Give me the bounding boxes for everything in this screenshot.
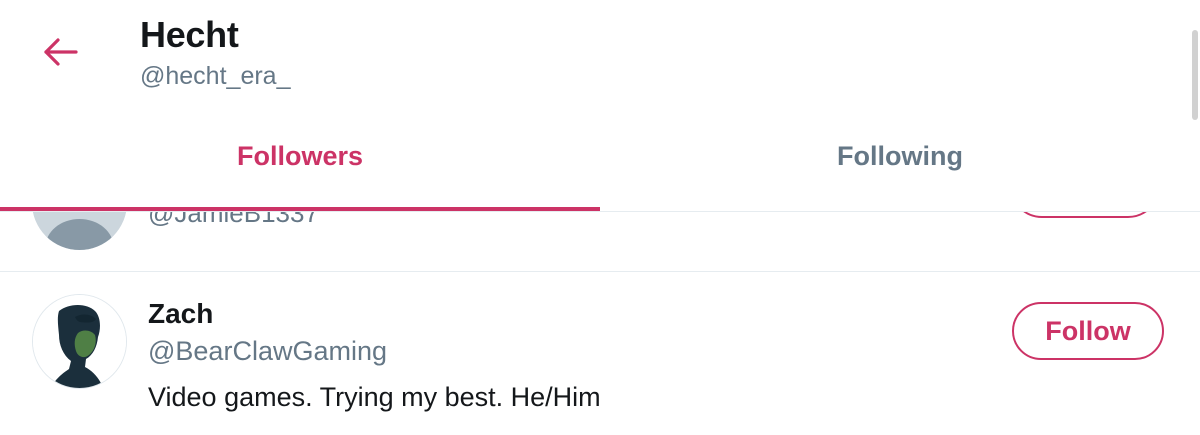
tab-following[interactable]: Following: [600, 120, 1200, 211]
page-handle: @hecht_era_: [140, 62, 291, 90]
page-title: Hecht: [140, 14, 239, 55]
user-handle[interactable]: @BearClawGaming: [148, 336, 387, 367]
back-button[interactable]: [38, 32, 84, 72]
scrollbar-thumb[interactable]: [1192, 30, 1198, 120]
follow-button[interactable]: Follow: [1012, 302, 1164, 360]
profile-header: Hecht @hecht_era_: [0, 0, 1200, 120]
tab-followers[interactable]: Followers: [0, 120, 600, 211]
tab-bar: Followers Following: [0, 120, 1200, 212]
arrow-left-icon[interactable]: [41, 35, 81, 69]
followers-list: @JamieB1337 Zach @BearClawGaming Video g…: [0, 154, 1200, 435]
user-name[interactable]: Zach: [148, 298, 213, 330]
scrollbar[interactable]: [1188, 0, 1200, 435]
user-bio: Video games. Trying my best. He/Him: [148, 382, 601, 412]
list-item[interactable]: Zach @BearClawGaming Video games. Trying…: [0, 272, 1200, 435]
page: @JamieB1337 Zach @BearClawGaming Video g…: [0, 0, 1200, 435]
profile-avatar-icon[interactable]: [32, 294, 127, 389]
